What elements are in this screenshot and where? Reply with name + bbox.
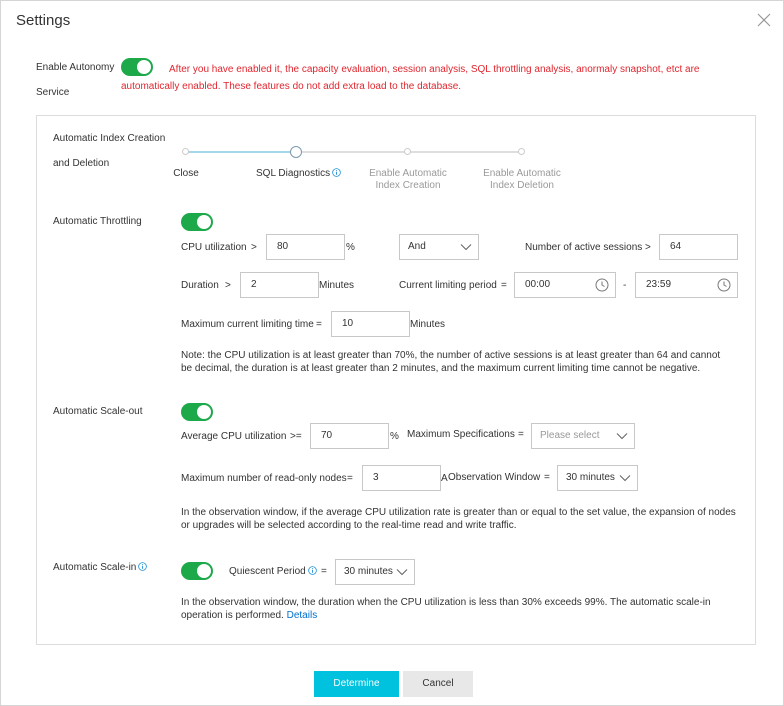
index-slider-handle[interactable] bbox=[290, 146, 302, 158]
throttling-toggle[interactable] bbox=[181, 213, 213, 231]
chevron-down-icon bbox=[396, 569, 408, 576]
logic-operator-select[interactable]: And bbox=[399, 234, 479, 260]
sessions-gt-symbol: > bbox=[645, 242, 651, 253]
avg-cpu-gte-symbol: >= bbox=[290, 431, 302, 442]
scale-in-note-text: In the observation window, the duration … bbox=[181, 597, 711, 621]
max-time-unit: Minutes bbox=[410, 319, 446, 330]
observation-window-select[interactable]: 30 minutes bbox=[557, 465, 638, 491]
scale-in-toggle[interactable] bbox=[181, 562, 213, 580]
index-step-dot-creation[interactable] bbox=[404, 148, 411, 155]
max-spec-label: Maximum Specifications bbox=[407, 429, 515, 440]
max-time-eq-symbol: = bbox=[316, 319, 322, 330]
throttling-label: Automatic Throttling bbox=[53, 216, 142, 227]
index-step-sql-diagnostics-label: SQL Diagnostics bbox=[256, 168, 331, 179]
clock-icon[interactable] bbox=[717, 278, 731, 292]
logic-operator-value: And bbox=[408, 241, 426, 252]
cpu-utilization-label: CPU utilization bbox=[181, 242, 247, 253]
quiescent-period-value: 30 minutes bbox=[344, 566, 393, 577]
duration-label: Duration bbox=[181, 280, 219, 291]
avg-cpu-label: Average CPU utilization bbox=[181, 431, 287, 442]
scale-out-toggle[interactable] bbox=[181, 403, 213, 421]
quiescent-period-select[interactable]: 30 minutes bbox=[335, 559, 415, 585]
determine-button[interactable]: Determine bbox=[314, 671, 399, 697]
info-icon[interactable] bbox=[332, 168, 341, 177]
index-step-deletion-line1: Enable Automatic bbox=[483, 168, 561, 179]
cpu-percent-unit: % bbox=[346, 242, 355, 253]
scale-out-label: Automatic Scale-out bbox=[53, 406, 143, 417]
cpu-gt-symbol: > bbox=[251, 242, 257, 253]
index-step-deletion[interactable]: Enable Automatic Index Deletion bbox=[470, 168, 574, 192]
index-step-sql-diagnostics[interactable]: SQL Diagnostics bbox=[256, 168, 341, 179]
chevron-down-icon bbox=[616, 433, 628, 440]
index-label-line2: and Deletion bbox=[53, 158, 110, 169]
scale-out-note: In the observation window, if the averag… bbox=[181, 507, 736, 531]
index-step-deletion-line2: Index Deletion bbox=[490, 180, 554, 191]
details-link[interactable]: Details bbox=[287, 610, 318, 621]
chevron-down-icon bbox=[619, 475, 631, 482]
close-icon[interactable] bbox=[757, 13, 771, 27]
index-step-creation[interactable]: Enable Automatic Index Creation bbox=[356, 168, 460, 192]
cancel-button[interactable]: Cancel bbox=[403, 671, 473, 697]
scale-in-label-text: Automatic Scale-in bbox=[53, 562, 137, 573]
period-end-value: 23:59 bbox=[646, 279, 672, 290]
period-start-value: 00:00 bbox=[525, 279, 551, 290]
max-nodes-suffix: A bbox=[441, 473, 448, 484]
observation-window-label: Observation Window bbox=[448, 472, 541, 483]
duration-gt-symbol: > bbox=[225, 280, 231, 291]
max-limiting-time-label: Maximum current limiting time bbox=[181, 319, 314, 330]
index-step-close[interactable]: Close bbox=[156, 168, 216, 180]
active-sessions-input[interactable]: 64 bbox=[659, 234, 738, 260]
quiescent-eq-symbol: = bbox=[321, 566, 327, 577]
duration-input[interactable]: 2 bbox=[240, 272, 319, 298]
scale-in-label: Automatic Scale-in bbox=[53, 562, 148, 573]
cpu-utilization-input[interactable]: 80 bbox=[266, 234, 345, 260]
period-dash: - bbox=[623, 280, 627, 291]
index-label: Automatic Index Creation bbox=[53, 133, 166, 144]
info-icon[interactable] bbox=[307, 566, 317, 575]
max-readonly-nodes-input[interactable]: 3 bbox=[362, 465, 441, 491]
quiescent-period-label: Quiescent Period bbox=[229, 566, 317, 577]
period-end-input[interactable]: 23:59 bbox=[635, 272, 738, 298]
duration-unit: Minutes bbox=[319, 280, 355, 291]
index-step-creation-line1: Enable Automatic bbox=[369, 168, 447, 179]
max-nodes-eq-symbol: = bbox=[347, 473, 353, 484]
quiescent-period-label-text: Quiescent Period bbox=[229, 566, 306, 577]
chevron-down-icon bbox=[460, 244, 472, 251]
dialog-title: Settings bbox=[16, 12, 71, 29]
max-spec-select[interactable]: Please select bbox=[531, 423, 635, 449]
max-spec-eq-symbol: = bbox=[518, 429, 524, 440]
clock-icon[interactable] bbox=[595, 278, 609, 292]
obs-window-eq-symbol: = bbox=[544, 472, 550, 483]
limiting-period-label: Current limiting period bbox=[399, 280, 497, 291]
settings-dialog: Settings Enable Autonomy Service After y… bbox=[0, 0, 784, 706]
period-start-input[interactable]: 00:00 bbox=[514, 272, 616, 298]
max-limiting-time-input[interactable]: 10 bbox=[331, 311, 410, 337]
info-icon[interactable] bbox=[138, 562, 148, 571]
autonomy-label-line2: Service bbox=[36, 87, 70, 98]
avg-cpu-input[interactable]: 70 bbox=[310, 423, 389, 449]
observation-window-value: 30 minutes bbox=[566, 472, 615, 483]
max-readonly-nodes-label: Maximum number of read-only nodes bbox=[181, 473, 347, 484]
autonomy-label: Enable Autonomy bbox=[36, 62, 115, 73]
index-slider-fill bbox=[186, 151, 296, 153]
avg-cpu-percent-unit: % bbox=[390, 431, 399, 442]
period-eq-symbol: = bbox=[501, 280, 507, 291]
index-step-dot-close[interactable] bbox=[182, 148, 189, 155]
index-step-creation-line2: Index Creation bbox=[375, 180, 441, 191]
autonomy-warning: After you have enabled it, the capacity … bbox=[121, 64, 700, 92]
scale-in-note: In the observation window, the duration … bbox=[181, 596, 741, 622]
throttling-note: Note: the CPU utilization is at least gr… bbox=[181, 350, 721, 374]
max-spec-placeholder: Please select bbox=[540, 430, 600, 441]
index-step-dot-deletion[interactable] bbox=[518, 148, 525, 155]
active-sessions-label: Number of active sessions bbox=[525, 242, 643, 253]
